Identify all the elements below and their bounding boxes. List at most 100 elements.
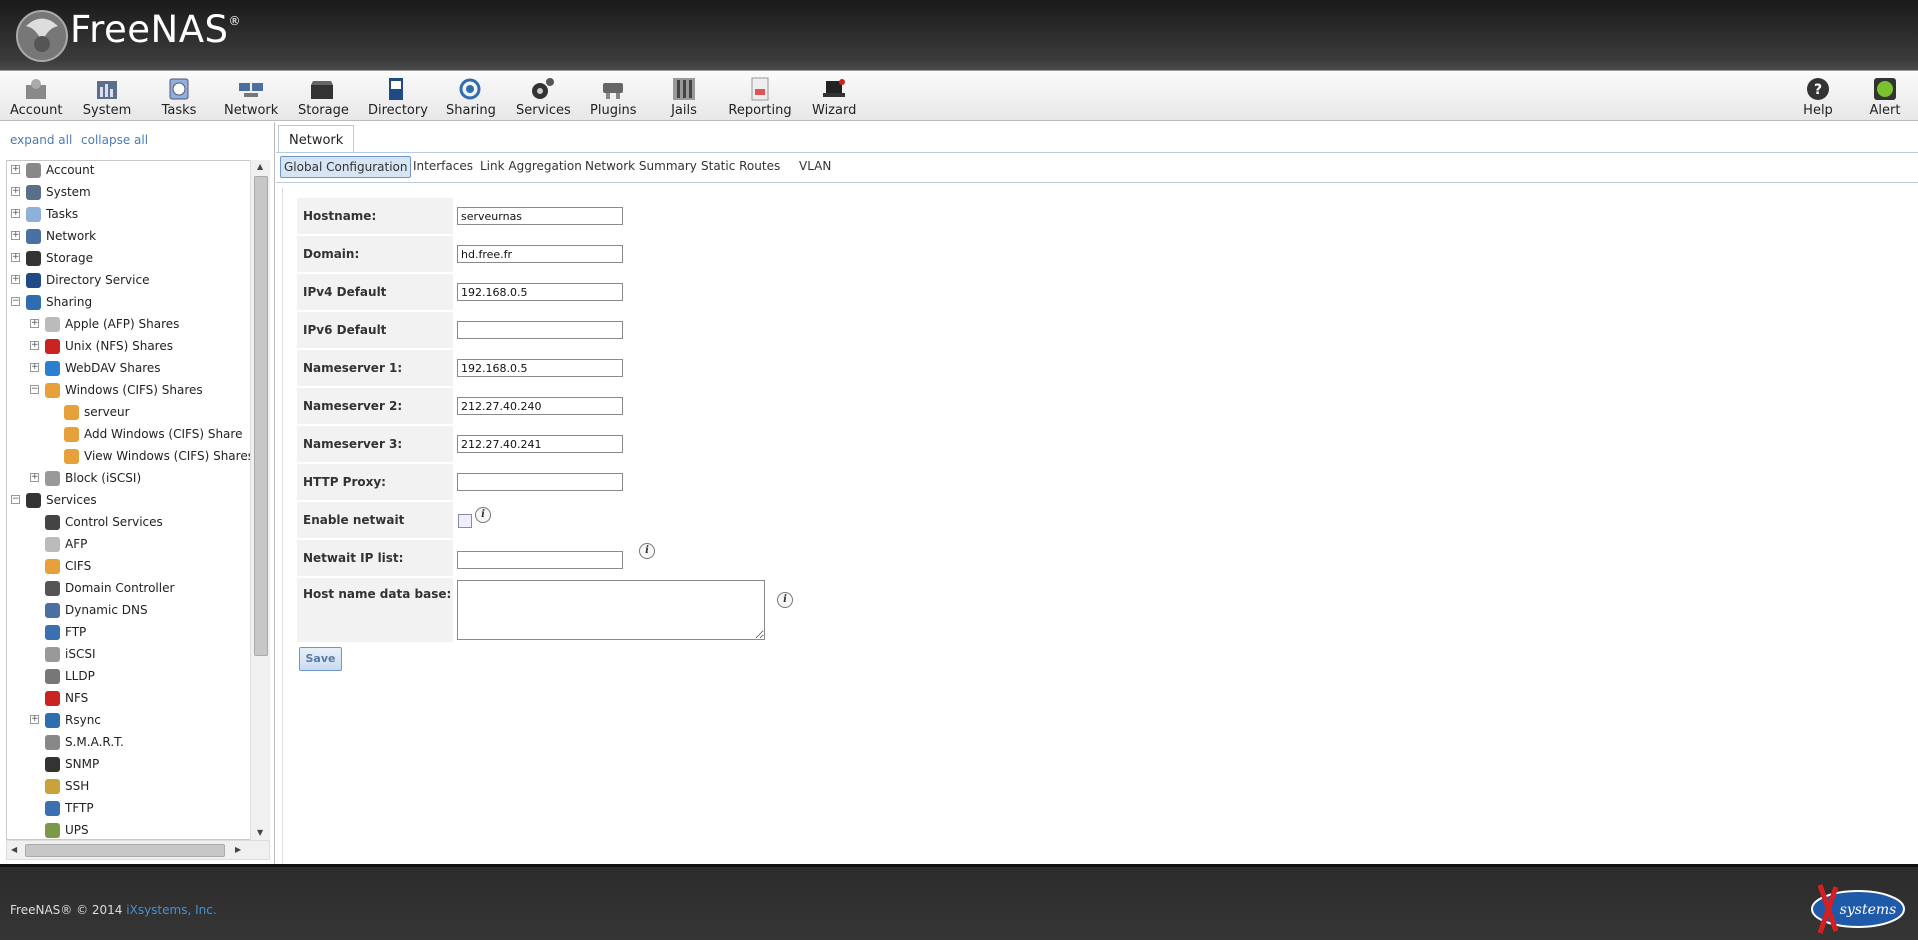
subtab-network-summary[interactable]: Network Summary [582, 156, 700, 178]
navigation-tree: + Account + System + Tasks + Network + Storage + Di… [6, 160, 252, 840]
toolbar-wizard[interactable]: Wizard [812, 74, 856, 120]
tree-item[interactable]: Add Windows (CIFS) Share [7, 425, 251, 445]
hostdb-textarea[interactable] [457, 580, 765, 640]
subtab-link-aggregation[interactable]: Link Aggregation [477, 156, 585, 178]
expand-toggle-icon[interactable]: + [11, 165, 20, 174]
nameserver1-input[interactable] [457, 359, 623, 377]
tree-item[interactable]: SSH [7, 777, 251, 797]
tree-item[interactable]: SNMP [7, 755, 251, 775]
tree-item[interactable]: AFP [7, 535, 251, 555]
expand-all-link[interactable]: expand all [10, 133, 72, 147]
tree-item[interactable]: + Directory Service [7, 271, 251, 291]
subtab-vlan[interactable]: VLAN [796, 156, 834, 178]
toolbar-directory[interactable]: Directory [368, 74, 428, 120]
netwait-ip-info-icon[interactable]: i [639, 543, 655, 559]
tree-item[interactable]: − Sharing [7, 293, 251, 313]
brand-name: FreeNAS® [70, 8, 241, 51]
expand-toggle-icon[interactable]: + [30, 473, 39, 482]
tree-item[interactable]: Control Services [7, 513, 251, 533]
tree-item[interactable]: + Account [7, 161, 251, 181]
ixsystems-link[interactable]: iXsystems, Inc. [126, 903, 216, 917]
nameserver2-input[interactable] [457, 397, 623, 415]
tree-item[interactable]: UPS [7, 821, 251, 839]
scroll-up-icon[interactable]: ▲ [257, 162, 263, 171]
collapse-toggle-icon[interactable]: − [11, 495, 20, 504]
tree-item[interactable]: + Unix (NFS) Shares [7, 337, 251, 357]
tree-item[interactable]: + Tasks [7, 205, 251, 225]
tree-item[interactable]: + WebDAV Shares [7, 359, 251, 379]
toolbar-tasks[interactable]: Tasks [156, 74, 202, 120]
toolbar-reporting[interactable]: Reporting [728, 74, 792, 120]
toolbar-storage[interactable]: Storage [298, 74, 349, 120]
collapse-all-link[interactable]: collapse all [81, 133, 148, 147]
tasks-icon [169, 78, 189, 100]
tree-item[interactable]: iSCSI [7, 645, 251, 665]
tree-item[interactable]: S.M.A.R.T. [7, 733, 251, 753]
scroll-left-icon[interactable]: ◀ [11, 845, 17, 854]
collapse-toggle-icon[interactable]: − [11, 297, 20, 306]
tree-horizontal-scrollbar[interactable]: ◀ ▶ [6, 840, 270, 860]
tree-item-label: Directory Service [46, 273, 150, 287]
tree-item[interactable]: FTP [7, 623, 251, 643]
nameserver3-input[interactable] [457, 435, 623, 453]
toolbar-account[interactable]: Account [10, 74, 63, 120]
ipv4-gateway-input[interactable] [457, 283, 623, 301]
tree-item[interactable]: Domain Controller [7, 579, 251, 599]
tree-item[interactable]: + Apple (AFP) Shares [7, 315, 251, 335]
tree-item[interactable]: + Block (iSCSI) [7, 469, 251, 489]
expand-toggle-icon[interactable]: + [11, 275, 20, 284]
http-proxy-input[interactable] [457, 473, 623, 491]
hostdb-info-icon[interactable]: i [777, 592, 793, 608]
tree-item[interactable]: LLDP [7, 667, 251, 687]
toolbar-services[interactable]: Services [516, 74, 571, 120]
tree-scroll-thumb[interactable] [254, 176, 268, 656]
toolbar-network[interactable]: Network [224, 74, 278, 120]
netwait-ip-input[interactable] [457, 551, 623, 569]
tree-item[interactable]: serveur [7, 403, 251, 423]
tree-item[interactable]: + Storage [7, 249, 251, 269]
expand-toggle-icon[interactable]: + [30, 341, 39, 350]
toolbar-plugins[interactable]: Plugins [590, 74, 637, 120]
hostname-input[interactable] [457, 207, 623, 225]
tree-vertical-scrollbar[interactable]: ▲ ▼ [250, 160, 270, 840]
scroll-right-icon[interactable]: ▶ [235, 845, 241, 854]
expand-toggle-icon[interactable]: + [11, 209, 20, 218]
subtab-static-routes[interactable]: Static Routes [698, 156, 783, 178]
ipv6-gateway-input[interactable] [457, 321, 623, 339]
expand-toggle-icon[interactable]: + [30, 319, 39, 328]
tree-item[interactable]: CIFS [7, 557, 251, 577]
expand-toggle-icon[interactable]: + [11, 187, 20, 196]
toolbar-alert[interactable]: Alert [1866, 74, 1904, 120]
directory-icon [26, 273, 41, 288]
domain-input[interactable] [457, 245, 623, 263]
tree-item[interactable]: TFTP [7, 799, 251, 819]
subtab-global-configuration[interactable]: Global Configuration [280, 156, 412, 178]
dns-icon [45, 603, 60, 618]
save-button[interactable]: Save [299, 647, 342, 671]
tab-network[interactable]: Network [278, 125, 355, 153]
subtab-interfaces[interactable]: Interfaces [410, 156, 476, 178]
expand-toggle-icon[interactable]: + [30, 363, 39, 372]
scroll-down-icon[interactable]: ▼ [257, 828, 263, 837]
expand-toggle-icon[interactable]: + [11, 231, 20, 240]
tree-item[interactable]: + Rsync [7, 711, 251, 731]
toolbar-help[interactable]: ? Help [1800, 74, 1836, 120]
tree-item[interactable]: + Network [7, 227, 251, 247]
tree-hscroll-thumb[interactable] [25, 844, 225, 857]
tree-item[interactable]: − Windows (CIFS) Shares [7, 381, 251, 401]
tree-item[interactable]: − Services [7, 491, 251, 511]
windows-icon [45, 559, 60, 574]
netwait-enable-info-icon[interactable]: i [475, 507, 491, 523]
netwait-enable-checkbox[interactable] [458, 514, 472, 528]
toolbar-jails[interactable]: Jails [664, 74, 704, 120]
toolbar-sharing[interactable]: Sharing [446, 74, 496, 120]
tree-item[interactable]: + System [7, 183, 251, 203]
jails-icon [673, 78, 695, 100]
expand-toggle-icon[interactable]: + [11, 253, 20, 262]
toolbar-system[interactable]: System [82, 74, 132, 120]
collapse-toggle-icon[interactable]: − [30, 385, 39, 394]
tree-item[interactable]: Dynamic DNS [7, 601, 251, 621]
expand-toggle-icon[interactable]: + [30, 715, 39, 724]
tree-item[interactable]: View Windows (CIFS) Shares [7, 447, 251, 467]
tree-item[interactable]: NFS [7, 689, 251, 709]
